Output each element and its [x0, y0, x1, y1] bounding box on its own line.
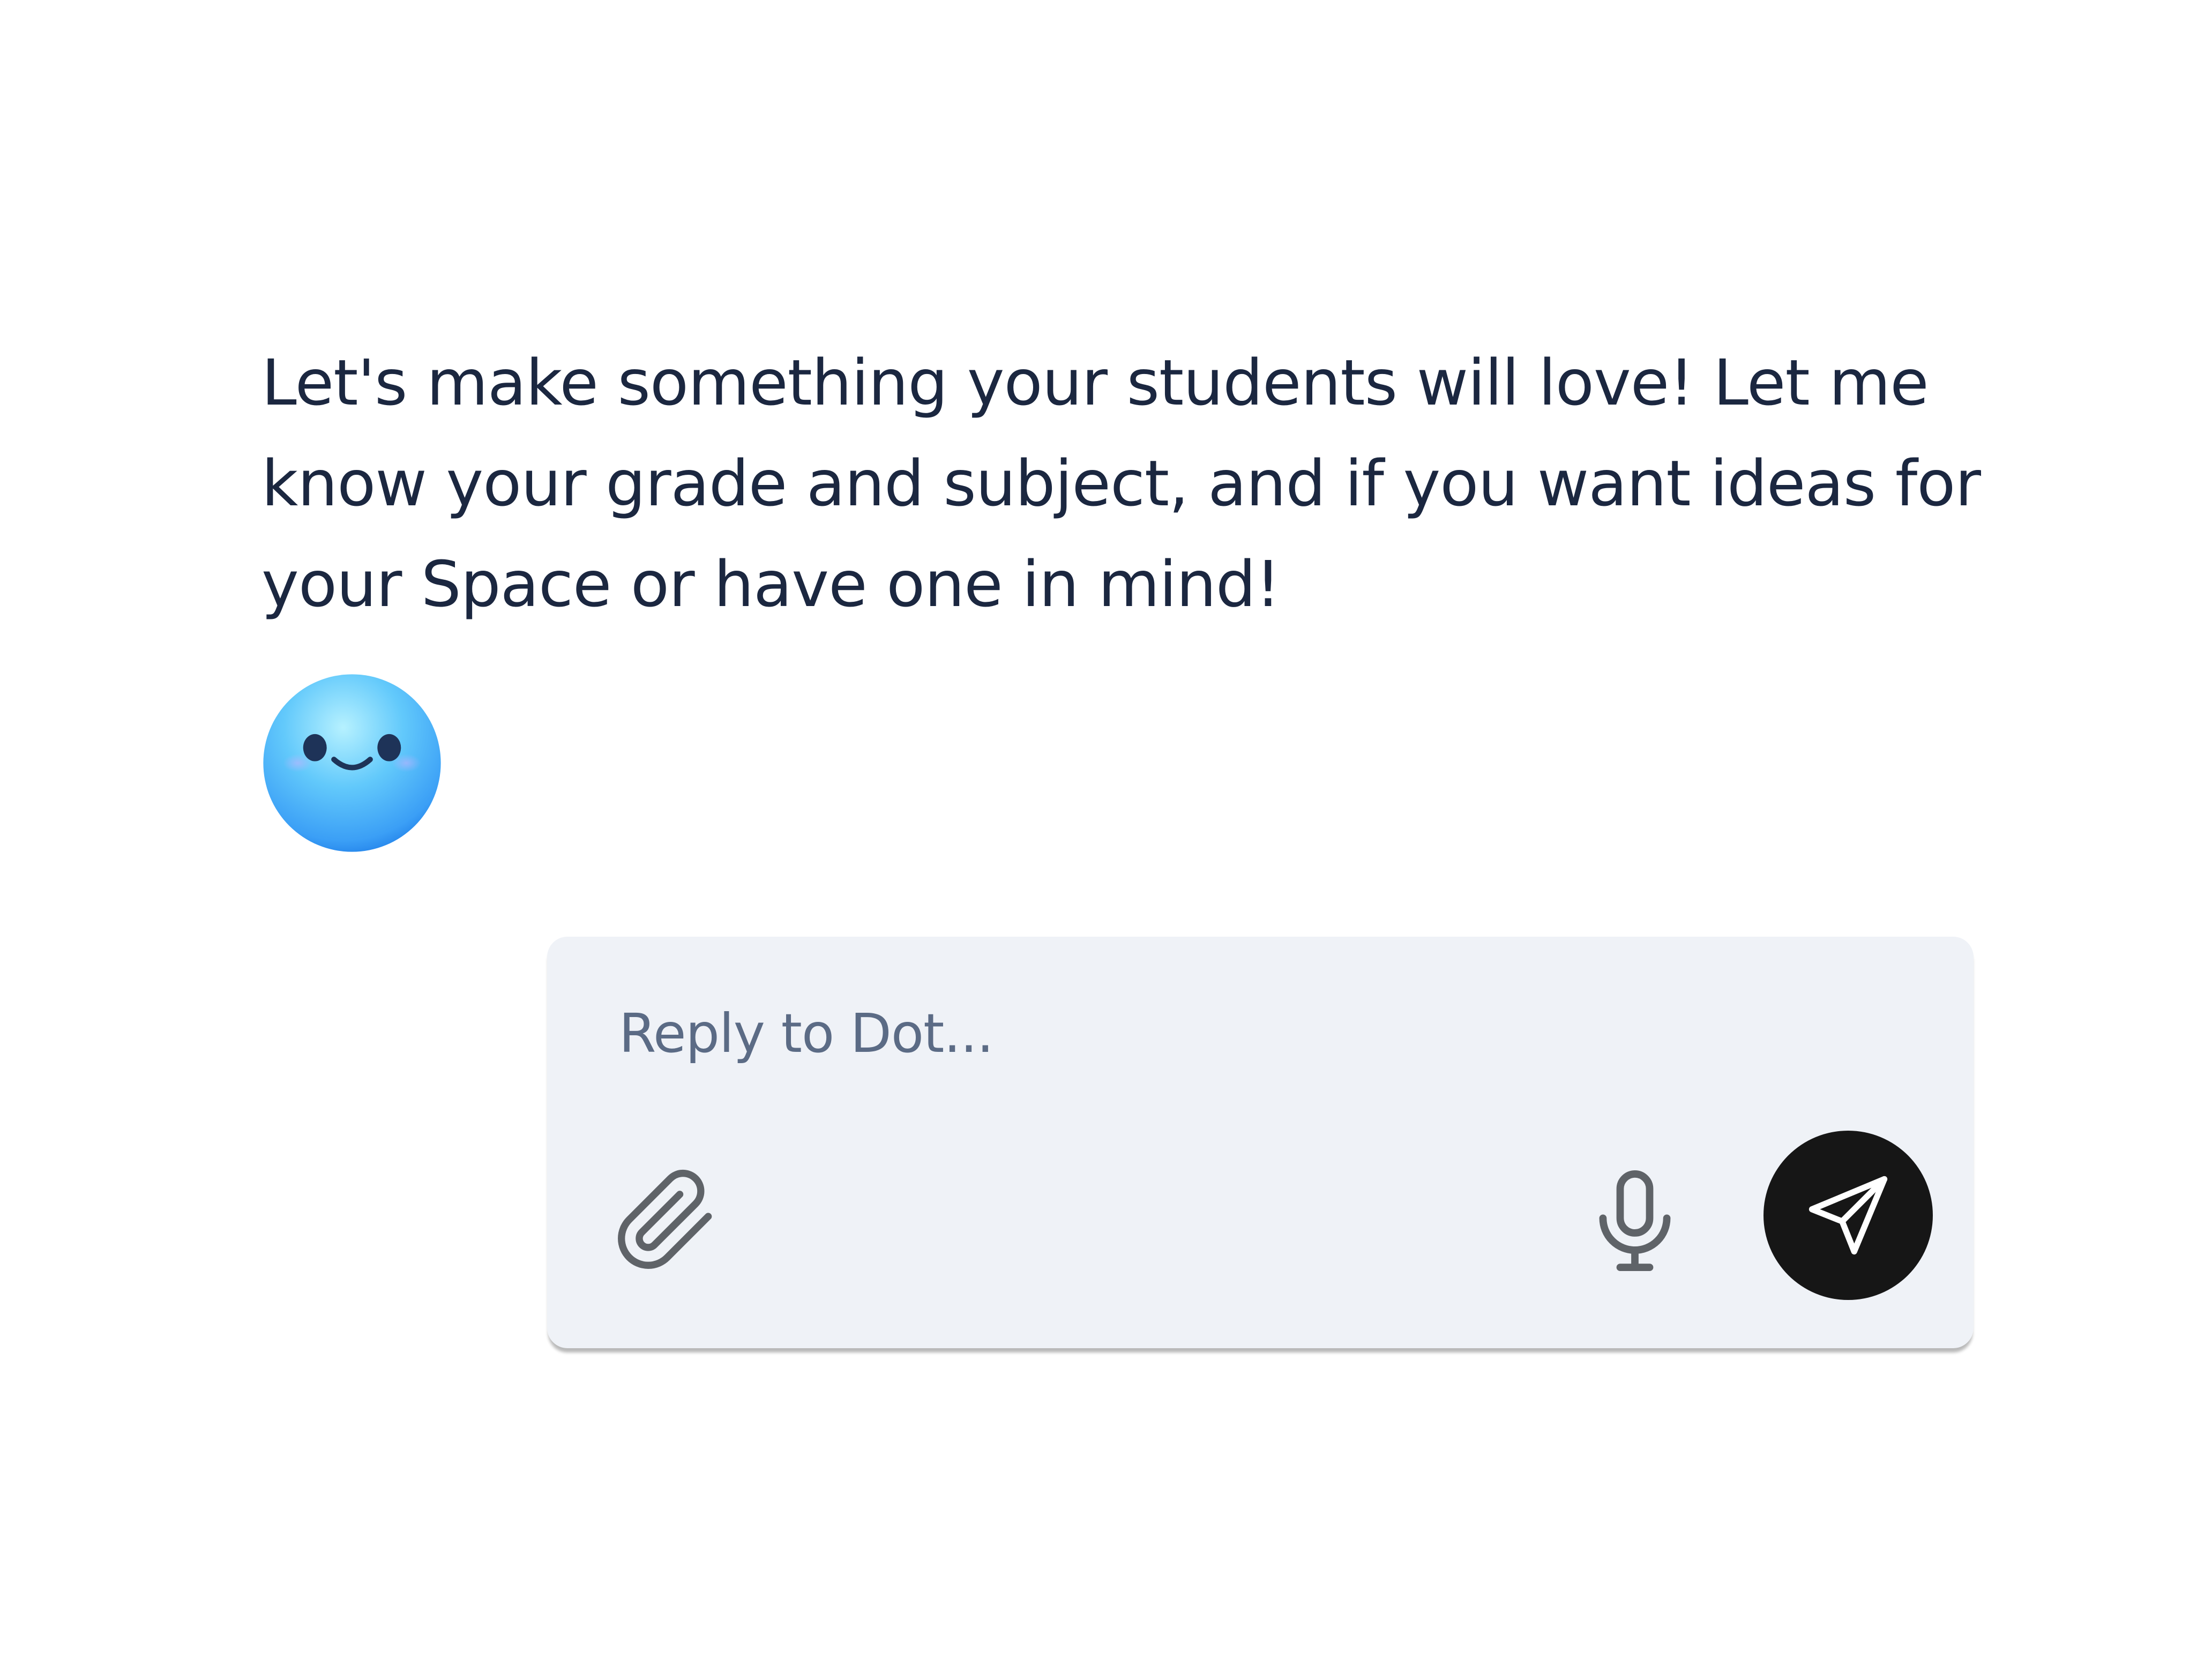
paper-plane-icon: [1809, 1176, 1888, 1255]
microphone-icon: [1599, 1170, 1671, 1271]
reply-input[interactable]: [619, 990, 1851, 1076]
send-button[interactable]: [1763, 1131, 1933, 1300]
paperclip-icon: [618, 1169, 712, 1269]
attach-file-button[interactable]: [612, 1167, 720, 1274]
assistant-message: Let's make something your students will …: [261, 346, 1981, 621]
dot-avatar: [261, 672, 443, 854]
voice-input-button[interactable]: [1576, 1162, 1694, 1280]
smiling-face-avatar-icon: [263, 674, 441, 852]
reply-composer: [547, 937, 1974, 1348]
